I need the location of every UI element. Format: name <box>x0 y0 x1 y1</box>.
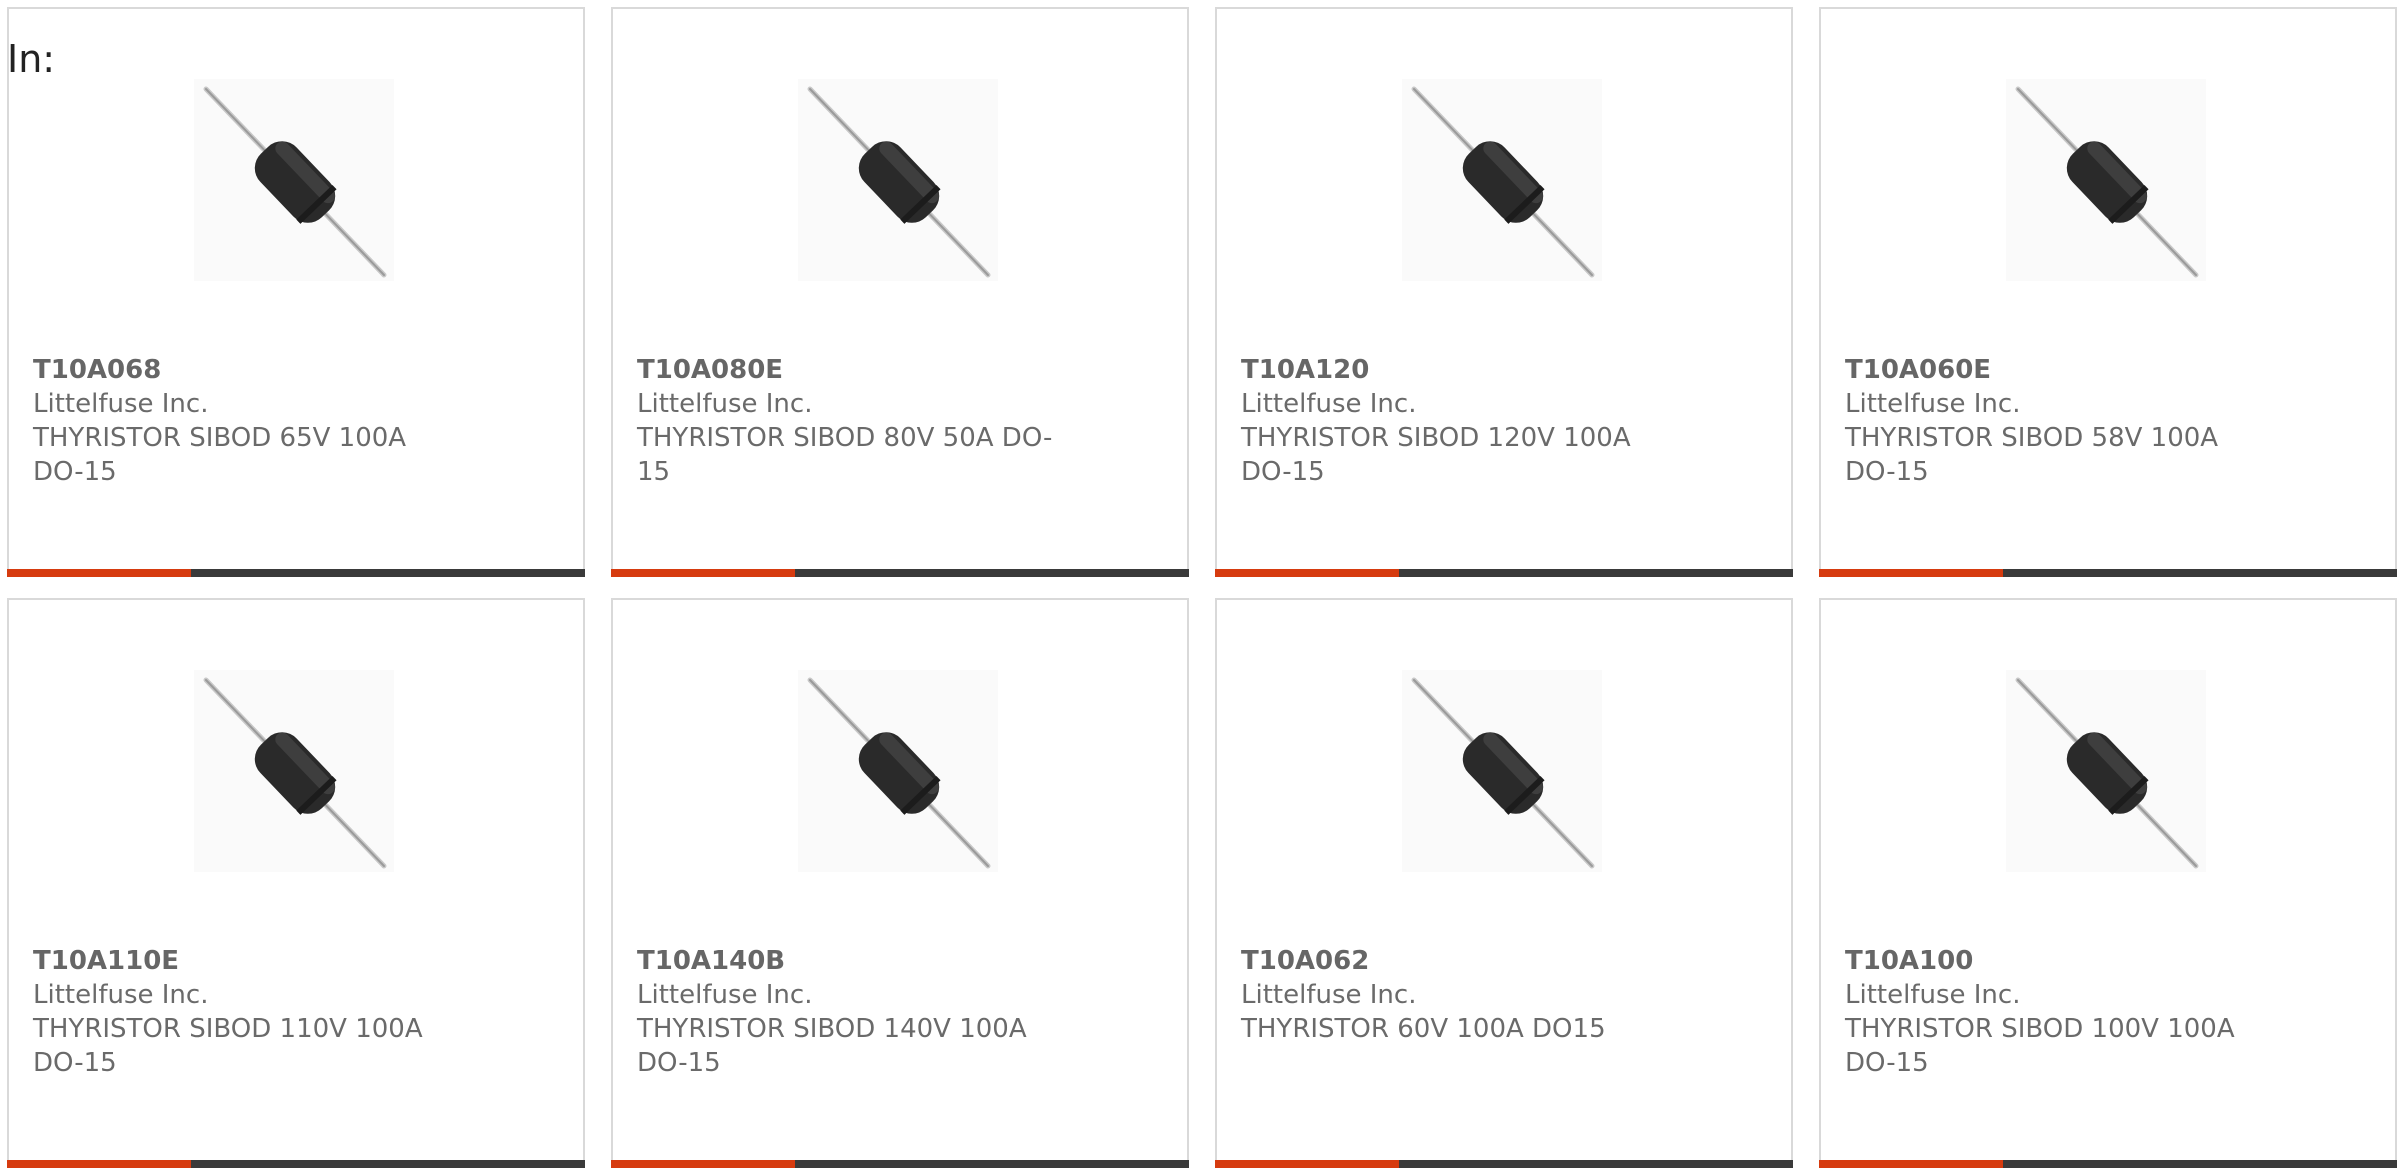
product-info: T10A080E Littelfuse Inc. THYRISTOR SIBOD… <box>637 353 1057 489</box>
product-card[interactable]: T10A080E Littelfuse Inc. THYRISTOR SIBOD… <box>611 7 1189 577</box>
filter-label: In: <box>7 37 56 81</box>
product-card[interactable]: T10A140B Littelfuse Inc. THYRISTOR SIBOD… <box>611 598 1189 1168</box>
product-info: T10A100 Littelfuse Inc. THYRISTOR SIBOD … <box>1845 944 2265 1080</box>
product-card[interactable]: T10A110E Littelfuse Inc. THYRISTOR SIBOD… <box>7 598 585 1168</box>
card-bottom-bar <box>1819 569 2397 577</box>
manufacturer: Littelfuse Inc. <box>33 980 209 1010</box>
manufacturer: Littelfuse Inc. <box>1845 389 2021 419</box>
axial-diode-image[interactable] <box>194 79 394 281</box>
product-card[interactable]: T10A068 Littelfuse Inc. THYRISTOR SIBOD … <box>7 7 585 577</box>
description: THYRISTOR 60V 100A DO15 <box>1241 1014 1606 1044</box>
axial-diode-image[interactable] <box>2006 670 2206 872</box>
accent-bar <box>1819 1160 2003 1168</box>
axial-diode-image[interactable] <box>1402 670 1602 872</box>
accent-bar <box>1819 569 2003 577</box>
axial-diode-image[interactable] <box>1402 79 1602 281</box>
accent-bar <box>7 1160 191 1168</box>
product-card[interactable]: T10A120 Littelfuse Inc. THYRISTOR SIBOD … <box>1215 7 1793 577</box>
accent-bar <box>611 1160 795 1168</box>
product-info: T10A140B Littelfuse Inc. THYRISTOR SIBOD… <box>637 944 1057 1080</box>
card-bottom-bar <box>7 569 585 577</box>
description: THYRISTOR SIBOD 110V 100A DO-15 <box>33 1014 423 1078</box>
product-grid: T10A068 Littelfuse Inc. THYRISTOR SIBOD … <box>0 0 2400 1168</box>
card-bottom-bar <box>611 1160 1189 1168</box>
axial-diode-image[interactable] <box>2006 79 2206 281</box>
part-number[interactable]: T10A120 <box>1241 353 1661 387</box>
manufacturer: Littelfuse Inc. <box>1241 980 1417 1010</box>
part-number[interactable]: T10A100 <box>1845 944 2265 978</box>
product-info: T10A068 Littelfuse Inc. THYRISTOR SIBOD … <box>33 353 453 489</box>
manufacturer: Littelfuse Inc. <box>1845 980 2021 1010</box>
product-card[interactable]: T10A062 Littelfuse Inc. THYRISTOR 60V 10… <box>1215 598 1793 1168</box>
description: THYRISTOR SIBOD 80V 50A DO-15 <box>637 423 1053 487</box>
manufacturer: Littelfuse Inc. <box>637 980 813 1010</box>
product-info: T10A062 Littelfuse Inc. THYRISTOR 60V 10… <box>1241 944 1661 1046</box>
description: THYRISTOR SIBOD 65V 100A DO-15 <box>33 423 407 487</box>
accent-bar <box>1215 1160 1399 1168</box>
card-bottom-bar <box>1215 569 1793 577</box>
description: THYRISTOR SIBOD 140V 100A DO-15 <box>637 1014 1027 1078</box>
description: THYRISTOR SIBOD 58V 100A DO-15 <box>1845 423 2219 487</box>
product-info: T10A120 Littelfuse Inc. THYRISTOR SIBOD … <box>1241 353 1661 489</box>
product-info: T10A060E Littelfuse Inc. THYRISTOR SIBOD… <box>1845 353 2265 489</box>
card-bottom-bar <box>611 569 1189 577</box>
part-number[interactable]: T10A062 <box>1241 944 1661 978</box>
manufacturer: Littelfuse Inc. <box>637 389 813 419</box>
manufacturer: Littelfuse Inc. <box>33 389 209 419</box>
product-card[interactable]: T10A100 Littelfuse Inc. THYRISTOR SIBOD … <box>1819 598 2397 1168</box>
accent-bar <box>1215 569 1399 577</box>
part-number[interactable]: T10A110E <box>33 944 453 978</box>
part-number[interactable]: T10A068 <box>33 353 453 387</box>
part-number[interactable]: T10A060E <box>1845 353 2265 387</box>
axial-diode-image[interactable] <box>194 670 394 872</box>
card-bottom-bar <box>7 1160 585 1168</box>
description: THYRISTOR SIBOD 120V 100A DO-15 <box>1241 423 1631 487</box>
card-bottom-bar <box>1215 1160 1793 1168</box>
product-card[interactable]: T10A060E Littelfuse Inc. THYRISTOR SIBOD… <box>1819 7 2397 577</box>
accent-bar <box>7 569 191 577</box>
manufacturer: Littelfuse Inc. <box>1241 389 1417 419</box>
product-info: T10A110E Littelfuse Inc. THYRISTOR SIBOD… <box>33 944 453 1080</box>
part-number[interactable]: T10A140B <box>637 944 1057 978</box>
axial-diode-image[interactable] <box>798 79 998 281</box>
axial-diode-image[interactable] <box>798 670 998 872</box>
card-bottom-bar <box>1819 1160 2397 1168</box>
description: THYRISTOR SIBOD 100V 100A DO-15 <box>1845 1014 2235 1078</box>
part-number[interactable]: T10A080E <box>637 353 1057 387</box>
accent-bar <box>611 569 795 577</box>
